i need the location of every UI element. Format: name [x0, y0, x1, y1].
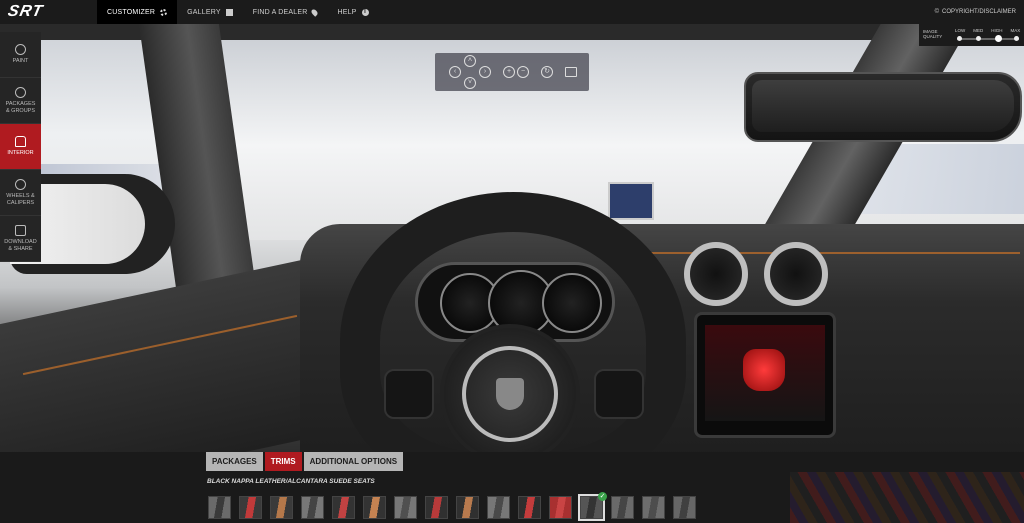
nav-customizer[interactable]: CUSTOMIZER	[97, 0, 178, 24]
trim-swatch[interactable]	[456, 496, 479, 519]
nav-help-label: HELP	[337, 8, 357, 16]
rotate-right-icon[interactable]: ›	[479, 66, 491, 78]
trim-swatch[interactable]	[518, 496, 541, 519]
options-tabs: PACKAGES TRIMS ADDITIONAL OPTIONS	[206, 452, 404, 471]
trim-swatch-list: ✓	[208, 492, 696, 521]
infotainment-screen	[694, 312, 836, 438]
image-quality-options: LOW MED HIGH MAX	[955, 28, 1020, 33]
nav-help[interactable]: HELP i	[327, 0, 378, 24]
copyright-label: COPYRIGHT/DISCLAIMER	[941, 9, 1016, 15]
infotainment-display	[705, 325, 825, 421]
air-vent-right	[764, 242, 828, 306]
trim-swatch[interactable]	[425, 496, 448, 519]
rearview-mirror-glass	[752, 80, 1014, 132]
trim-swatch[interactable]	[394, 496, 417, 519]
selected-trim-label: BLACK NAPPA LEATHER/ALCANTARA SUEDE SEAT…	[207, 478, 375, 485]
trim-swatch[interactable]	[611, 496, 634, 519]
fullscreen-icon[interactable]	[565, 67, 577, 77]
quality-option-med[interactable]: MED	[973, 28, 983, 33]
paint-icon	[15, 44, 26, 56]
logo-text: SRT	[6, 3, 45, 20]
trim-swatch[interactable]	[239, 496, 262, 519]
tab-trims[interactable]: TRIMS	[264, 452, 302, 471]
gear-icon	[160, 8, 168, 16]
wheel-icon	[15, 179, 26, 190]
camera-controls: ‹ ˄ ˅ › + − ↻	[435, 53, 589, 91]
copyright-icon: ©	[934, 9, 939, 15]
decorative-pattern	[790, 472, 1024, 523]
trim-swatch[interactable]: ✓	[578, 492, 607, 521]
quality-slider[interactable]	[957, 35, 1019, 42]
trim-swatch[interactable]	[270, 496, 293, 519]
nav-gallery-label: GALLERY	[187, 8, 221, 16]
steering-controls-right	[594, 369, 644, 419]
selected-check-icon: ✓	[598, 492, 607, 501]
sidebar-item-label: PAINT	[12, 58, 29, 65]
trim-swatch[interactable]	[301, 496, 324, 519]
nav-find-dealer-label: FIND A DEALER	[252, 8, 308, 16]
camera-icon	[15, 225, 26, 236]
trim-swatch[interactable]	[487, 496, 510, 519]
image-quality-label: IMAGE QUALITY	[923, 29, 943, 39]
options-panel: PACKAGES TRIMS ADDITIONAL OPTIONS BLACK …	[0, 452, 1024, 523]
zoom-in-icon[interactable]: +	[503, 66, 515, 78]
sidebar-item-download[interactable]: DOWNLOAD & SHARE	[0, 216, 41, 262]
sidebar-item-label: PACKAGES & GROUPS	[5, 101, 36, 114]
rotate-down-icon[interactable]: ˅	[464, 77, 476, 89]
zoom-out-icon[interactable]: −	[517, 66, 529, 78]
trim-swatch[interactable]	[642, 496, 665, 519]
sidebar-item-label: INTERIOR	[7, 150, 34, 157]
viper-badge-icon	[496, 378, 524, 410]
air-vent-left	[684, 242, 748, 306]
gauge-icon	[15, 87, 26, 98]
sidebar-item-packages[interactable]: PACKAGES & GROUPS	[0, 78, 41, 124]
sidebar-item-wheels[interactable]: WHEELS & CALIPERS	[0, 170, 41, 216]
map-pin-icon	[310, 7, 320, 17]
tab-packages[interactable]: PACKAGES	[206, 452, 263, 471]
configurator-sidebar: PAINT PACKAGES & GROUPS INTERIOR WHEELS …	[0, 32, 41, 262]
quality-tick-low	[957, 36, 962, 41]
quality-option-max[interactable]: MAX	[1011, 28, 1021, 33]
trim-swatch[interactable]	[332, 496, 355, 519]
nav-find-dealer[interactable]: FIND A DEALER	[243, 0, 328, 24]
sidebar-item-paint[interactable]: PAINT	[0, 32, 41, 78]
door-panel	[0, 253, 330, 463]
trim-swatch[interactable]	[208, 496, 231, 519]
sidebar-item-label: WHEELS & CALIPERS	[6, 193, 35, 206]
trim-swatch[interactable]	[549, 496, 572, 519]
quality-option-low[interactable]: LOW	[955, 28, 965, 33]
steering-wheel-hub	[440, 324, 580, 463]
reset-view-icon[interactable]: ↻	[541, 66, 553, 78]
srt-logo[interactable]: SRT	[0, 0, 97, 24]
tab-additional-options[interactable]: ADDITIONAL OPTIONS	[303, 452, 404, 471]
rotate-left-icon[interactable]: ‹	[449, 66, 461, 78]
display-stand	[608, 182, 654, 220]
grid-icon	[225, 8, 233, 16]
sidebar-item-interior[interactable]: INTERIOR	[0, 124, 41, 170]
quality-option-high[interactable]: HIGH	[991, 28, 1002, 33]
trim-swatch[interactable]	[673, 496, 696, 519]
nav-gallery[interactable]: GALLERY	[177, 0, 243, 24]
steering-controls-left	[384, 369, 434, 419]
copyright-link[interactable]: © COPYRIGHT/DISCLAIMER	[935, 0, 1024, 24]
nav-customizer-label: CUSTOMIZER	[107, 8, 156, 16]
top-nav-bar: SRT CUSTOMIZER GALLERY FIND A DEALER HEL…	[0, 0, 1024, 24]
image-quality-control: IMAGE QUALITY LOW MED HIGH MAX	[919, 24, 1024, 46]
quality-tick-max	[1014, 36, 1019, 41]
rearview-mirror	[744, 72, 1022, 142]
seat-icon	[15, 136, 26, 148]
rotate-up-icon[interactable]: ˄	[464, 55, 476, 67]
rotate-pad: ‹ ˄ ˅ ›	[449, 55, 491, 89]
quality-tick-med	[976, 36, 981, 41]
sidebar-item-label: DOWNLOAD & SHARE	[4, 239, 37, 252]
car-graphic-icon	[743, 349, 785, 391]
info-icon: i	[361, 8, 369, 16]
quality-slider-knob[interactable]	[995, 35, 1002, 42]
trim-swatch[interactable]	[363, 496, 386, 519]
